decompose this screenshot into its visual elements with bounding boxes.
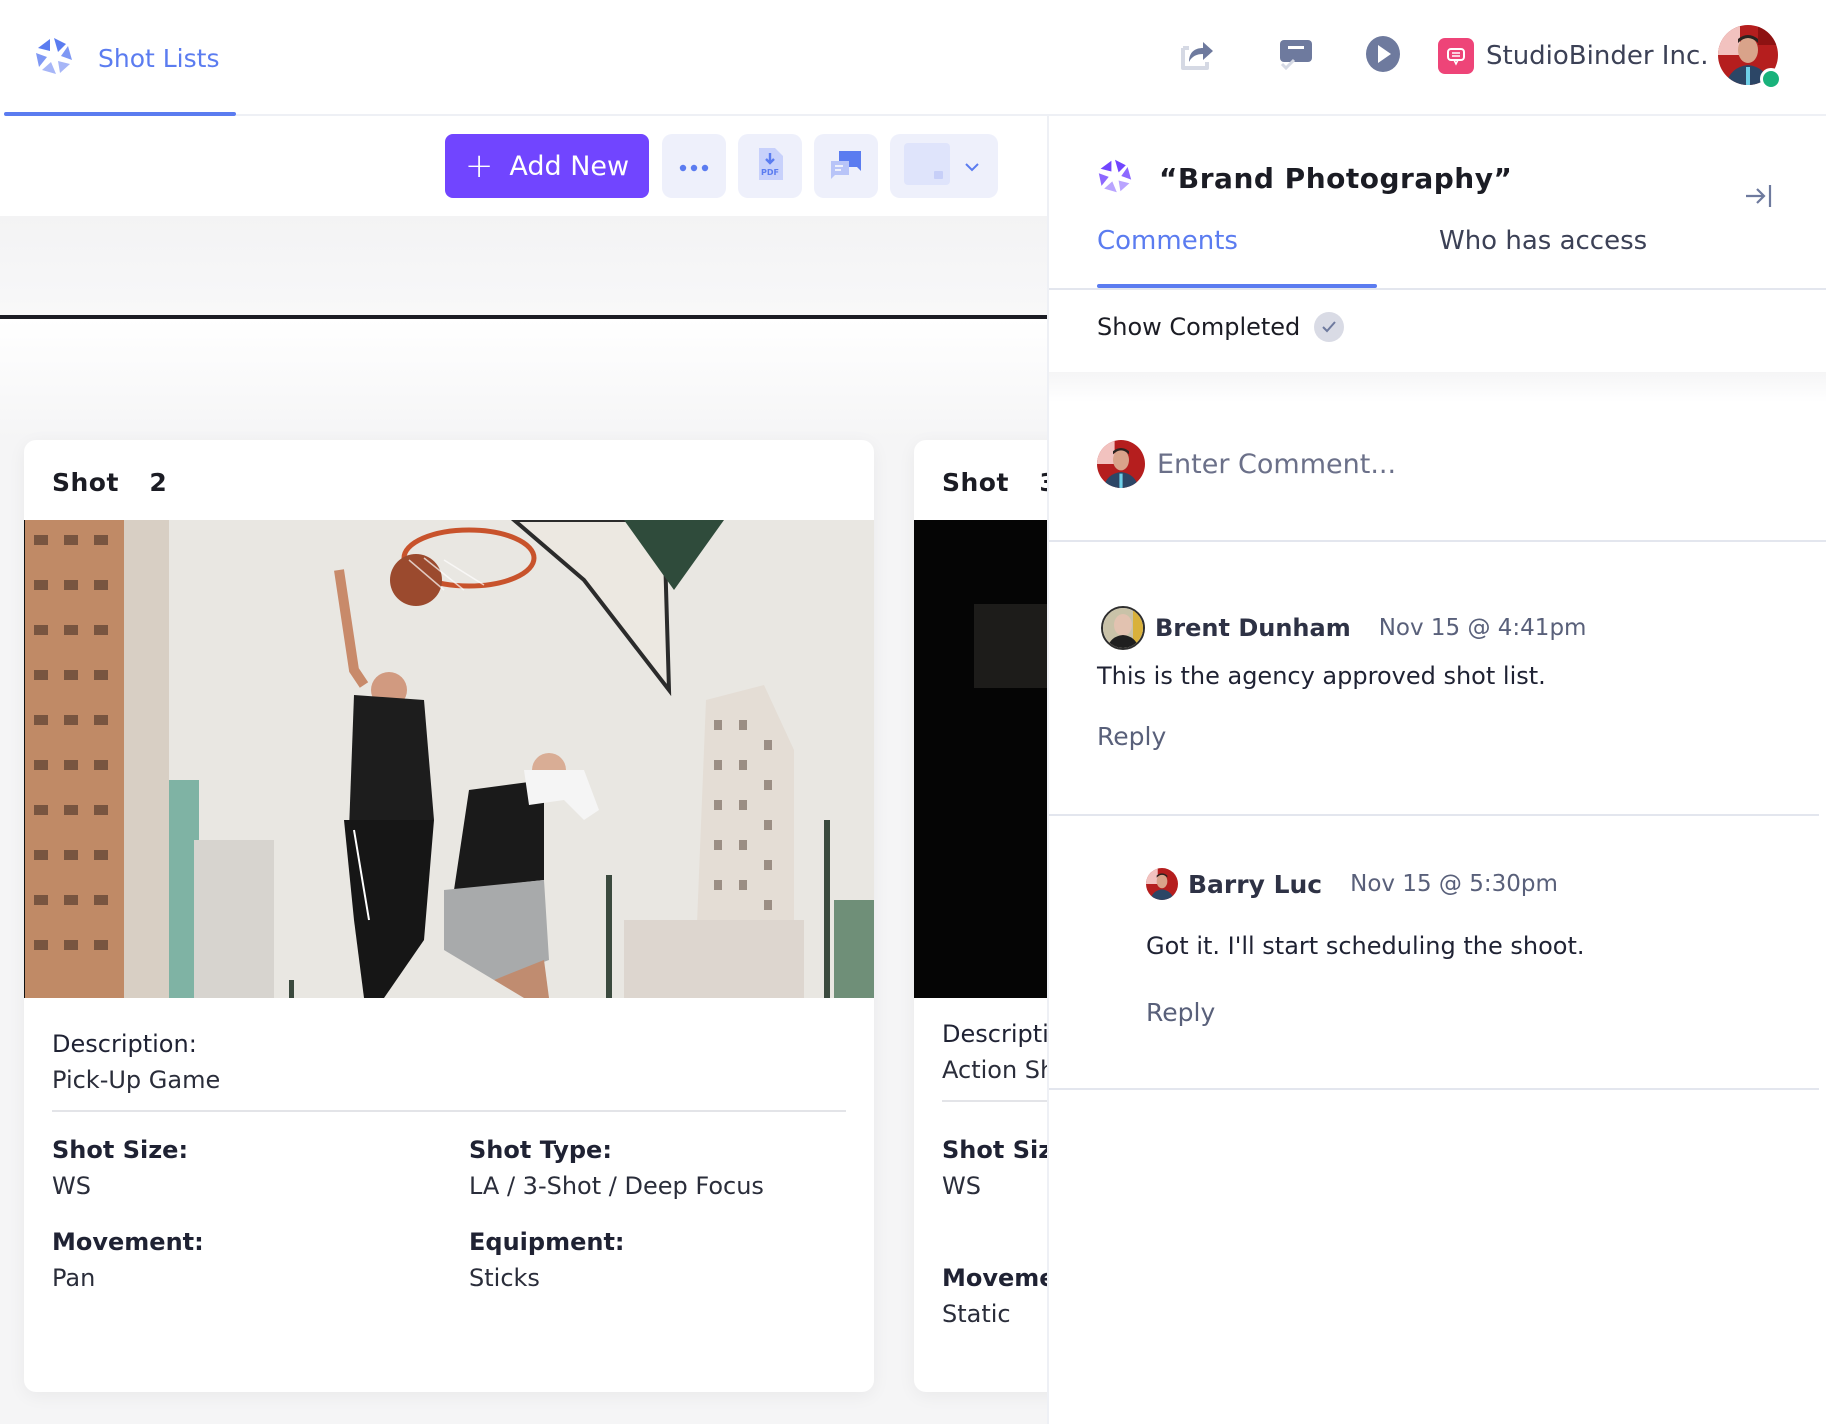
reply-button[interactable]: Reply [1097,722,1166,751]
comment-author-avatar [1146,868,1178,900]
pdf-download-icon: PDF [757,148,783,184]
add-new-button[interactable]: + Add New [445,134,649,198]
panel-shadow [1049,372,1826,402]
movement-value: Pan [52,1264,96,1292]
svg-text:PDF: PDF [761,168,779,177]
comments-icon [829,149,863,183]
company-switcher[interactable]: StudioBinder Inc. [1438,36,1709,76]
filter-band [0,216,1047,315]
share-icon [1177,34,1217,78]
layout-view-dropdown[interactable] [890,134,998,198]
share-button[interactable] [1175,34,1219,78]
shot-type-value: LA / 3-Shot / Deep Focus [469,1172,764,1200]
online-status-indicator [1760,68,1782,90]
comment-header: Brent Dunham Nov 15 @ 4:41pm [1101,606,1801,650]
movement-value: Static [942,1300,1011,1328]
plus-icon: + [464,146,494,186]
shot-title: Shot 3 [942,468,1058,497]
more-horizontal-icon [679,157,709,176]
panel-header: “Brand Photography” [1097,158,1512,198]
more-options-button[interactable] [662,134,726,198]
comment-timestamp: Nov 15 @ 5:30pm [1350,871,1558,897]
play-icon [1363,34,1403,78]
comment-text: This is the agency approved shot list. [1097,662,1546,690]
comment-author-avatar [1101,606,1145,650]
show-completed-toggle[interactable]: Show Completed [1097,312,1345,342]
add-new-label: Add New [509,150,630,182]
comment-item: Brent Dunham Nov 15 @ 4:41pm This is the… [1097,606,1801,806]
comment-text: Got it. I'll start scheduling the shoot. [1146,932,1585,960]
comment-input[interactable]: Enter Comment... [1097,434,1777,494]
collapse-right-icon [1744,181,1774,215]
top-bar: Shot Lists StudioBinder Inc. [0,0,1826,116]
comment-timestamp: Nov 15 @ 4:41pm [1378,615,1587,641]
comment-input-placeholder: Enter Comment... [1157,448,1397,480]
tab-shot-lists-label: Shot Lists [98,43,220,73]
export-pdf-button[interactable]: PDF [738,134,802,198]
comment-divider [1049,814,1819,816]
company-logo-icon [1438,38,1474,74]
shot-size-value: WS [942,1172,981,1200]
tabs-divider [1049,288,1826,290]
comments-check-icon [1276,34,1316,78]
equipment-label: Equipment: [469,1228,625,1256]
shot-size-value: WS [52,1172,91,1200]
comment-author: Barry Luc [1188,869,1323,899]
current-user-avatar [1097,440,1145,488]
movement-label: Movement: [52,1228,204,1256]
app-root: Shot Lists StudioBinder Inc. + Add New P… [0,0,1826,1424]
toolbar: + Add New PDF [0,116,1047,216]
shot-lists-logo-icon [34,36,74,80]
present-button[interactable] [1361,34,1405,78]
comment-author: Brent Dunham [1155,614,1351,642]
shot-title: Shot 2 [52,468,168,497]
comments-toggle-button[interactable] [814,134,878,198]
tab-comments[interactable]: Comments [1097,226,1238,256]
tab-shot-lists[interactable]: Shot Lists [0,0,236,116]
description-value: Pick-Up Game [52,1066,221,1094]
checkmark-icon [1314,312,1345,342]
chevron-down-icon [964,157,980,176]
reply-button[interactable]: Reply [1146,998,1215,1027]
shot-size-label: Shot Size: [52,1136,189,1164]
shot-type-label: Shot Type: [469,1136,612,1164]
show-completed-label: Show Completed [1097,313,1301,341]
panel-title: “Brand Photography” [1159,161,1513,195]
collapse-panel-button[interactable] [1739,178,1779,218]
comment-input-divider [1049,540,1826,542]
card-divider [52,1110,846,1112]
comment-item: Barry Luc Nov 15 @ 5:30pm Got it. I'll s… [1146,868,1796,1068]
comment-divider [1049,1088,1819,1090]
shot-card[interactable]: Shot 2 Description: Pick-Up Game Shot Si… [24,440,874,1392]
layout-view-icon [904,143,950,189]
comments-check-button[interactable] [1274,34,1318,78]
description-label: Description: [52,1030,197,1058]
company-name: StudioBinder Inc. [1486,41,1709,71]
tab-who-has-access[interactable]: Who has access [1439,226,1647,256]
equipment-value: Sticks [469,1264,540,1292]
shot-image[interactable] [24,520,874,998]
comments-panel: “Brand Photography” Comments Who has acc… [1047,116,1826,1424]
comment-header: Barry Luc Nov 15 @ 5:30pm [1146,868,1796,900]
shot-list-icon [1097,158,1133,198]
